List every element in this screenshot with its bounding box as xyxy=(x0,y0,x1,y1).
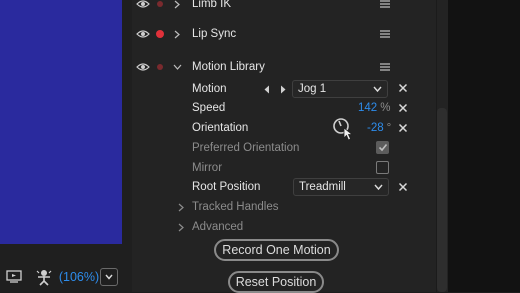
group-tracked-handles[interactable]: Tracked Handles xyxy=(132,197,436,217)
mirror-checkbox[interactable] xyxy=(376,161,389,174)
scrollbar-thumb[interactable] xyxy=(437,108,447,292)
param-preferred-orientation: Preferred Orientation xyxy=(132,138,436,158)
close-icon[interactable] xyxy=(398,123,408,133)
group-label: Tracked Handles xyxy=(192,201,279,213)
group-advanced[interactable]: Advanced xyxy=(132,217,436,237)
eye-icon[interactable] xyxy=(136,62,150,72)
hamburger-menu-icon[interactable] xyxy=(380,30,390,38)
param-label: Preferred Orientation xyxy=(192,142,300,154)
motion-value: Jog 1 xyxy=(298,83,327,95)
param-label: Motion xyxy=(192,83,227,95)
behavior-name: Motion Library xyxy=(192,61,265,73)
param-root-position: Root Position xyxy=(132,177,436,197)
chevron-down-icon xyxy=(374,181,383,196)
scene-canvas[interactable] xyxy=(0,0,122,244)
close-icon[interactable] xyxy=(398,103,408,113)
zoom-level[interactable]: (106%) xyxy=(59,270,99,284)
motion-select[interactable]: Jog 1 xyxy=(292,80,388,98)
zoom-dropdown-button[interactable] xyxy=(100,268,118,286)
chevron-right-icon[interactable] xyxy=(174,0,180,9)
param-mirror: Mirror xyxy=(132,158,436,178)
behavior-row-lip-sync[interactable]: Lip Sync xyxy=(132,24,436,44)
puppet-icon[interactable] xyxy=(34,262,54,292)
speed-value[interactable]: 142 % xyxy=(358,98,390,118)
checkmark-icon xyxy=(378,143,387,152)
record-arm-indicator[interactable] xyxy=(157,64,163,70)
param-label: Speed xyxy=(192,102,226,114)
scene-toolbar: (106%) xyxy=(0,262,132,292)
behavior-row-limb-ik[interactable]: Limb IK xyxy=(132,0,436,14)
close-icon[interactable] xyxy=(398,83,408,93)
behavior-name: Lip Sync xyxy=(192,28,237,40)
param-label: Orientation xyxy=(192,122,249,134)
chevron-down-icon[interactable] xyxy=(173,64,182,70)
chevron-right-icon[interactable] xyxy=(178,203,184,212)
behavior-name: Limb IK xyxy=(192,0,231,10)
close-icon[interactable] xyxy=(398,182,408,192)
param-label: Mirror xyxy=(192,162,223,174)
chevron-right-icon[interactable] xyxy=(174,30,180,39)
monitor-icon[interactable] xyxy=(4,262,24,292)
next-motion-icon[interactable] xyxy=(280,85,286,94)
chevron-down-icon xyxy=(105,274,113,280)
eye-icon[interactable] xyxy=(136,0,150,9)
chevron-down-icon xyxy=(373,83,382,98)
param-motion: Motion xyxy=(132,79,436,99)
reset-position-button[interactable]: Reset Position xyxy=(228,271,324,293)
record-arm-indicator[interactable] xyxy=(157,1,163,7)
eye-icon[interactable] xyxy=(136,29,150,39)
hamburger-menu-icon[interactable] xyxy=(380,0,390,8)
record-one-motion-button[interactable]: Record One Motion xyxy=(214,239,339,261)
chevron-right-icon[interactable] xyxy=(178,223,184,232)
group-label: Advanced xyxy=(192,221,244,233)
orientation-value[interactable]: -28 ° xyxy=(367,118,391,138)
behavior-row-motion-library[interactable]: Motion Library xyxy=(132,57,436,77)
root-position-select[interactable]: Treadmill xyxy=(293,178,389,196)
preferred-orientation-checkbox[interactable] xyxy=(376,141,389,154)
hamburger-menu-icon[interactable] xyxy=(380,63,390,71)
side-strip xyxy=(448,0,520,292)
param-label: Root Position xyxy=(192,181,261,193)
root-position-value: Treadmill xyxy=(299,181,346,193)
record-arm-indicator[interactable] xyxy=(156,30,164,38)
previous-motion-icon[interactable] xyxy=(264,85,270,94)
